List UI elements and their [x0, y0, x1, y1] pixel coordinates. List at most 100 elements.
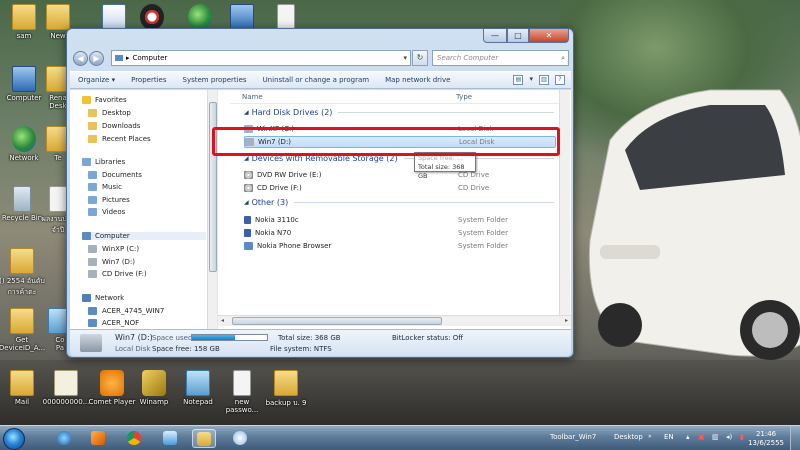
- column-name[interactable]: Name: [242, 93, 263, 101]
- file-row-dvd-rw-e[interactable]: DVD RW Drive (E:) CD Drive: [244, 169, 556, 181]
- search-input[interactable]: Search Computer ⌕: [432, 50, 569, 66]
- window-controls: — □ ✕: [483, 29, 569, 43]
- back-button[interactable]: ◀: [73, 50, 88, 66]
- taskbar: Toolbar_Win7 Desktop » EN ▴ ▣ ▥ ◂) ▮ 21:…: [0, 425, 800, 450]
- group-other[interactable]: ◢ Other (3): [244, 198, 554, 207]
- view-dropdown-icon[interactable]: ▾: [529, 75, 533, 85]
- horizontal-scrollbar-thumb[interactable]: [232, 317, 442, 325]
- map-network-drive-button[interactable]: Map network drive: [385, 76, 450, 84]
- nav-acer-4745[interactable]: ACER_4745_WIN7: [88, 307, 164, 315]
- nav-scrollbar[interactable]: [207, 90, 217, 329]
- nav-cd-drive-f[interactable]: CD Drive (F:): [88, 270, 147, 278]
- comet-player-icon: [100, 370, 124, 396]
- chevron-down-icon[interactable]: ▾: [403, 54, 407, 62]
- nav-recent-places[interactable]: Recent Places: [88, 135, 151, 143]
- help-icon[interactable]: ?: [555, 75, 565, 85]
- space-used-bar-fill: [192, 335, 235, 340]
- taskbar-app[interactable]: [158, 429, 182, 448]
- taskbar-media-player[interactable]: [86, 429, 110, 448]
- maximize-button[interactable]: □: [507, 29, 529, 43]
- app-icon: [163, 431, 177, 445]
- system-properties-button[interactable]: System properties: [183, 76, 247, 84]
- minimize-button[interactable]: —: [483, 29, 507, 43]
- desktop-icon-notepad[interactable]: Notepad: [176, 370, 220, 406]
- show-desktop-button[interactable]: [790, 426, 800, 450]
- desktop-icon-thai-folder[interactable]: () 2554 อันดับ การค้าตะ: [0, 248, 46, 298]
- address-bar[interactable]: ▸ Computer ▾: [111, 50, 411, 66]
- desktop-icon-comet-player[interactable]: Comet Player: [88, 370, 136, 406]
- nav-music[interactable]: Music: [88, 183, 122, 191]
- scroll-left-arrow-icon[interactable]: ◂: [221, 317, 224, 324]
- hard-drive-icon: [88, 258, 97, 266]
- nav-pictures[interactable]: Pictures: [88, 196, 130, 204]
- nav-downloads[interactable]: Downloads: [88, 122, 140, 130]
- nav-winxp-c[interactable]: WinXP (C:): [88, 245, 139, 253]
- bluetooth-icon: [244, 216, 251, 224]
- highlight-annotation-box: [212, 127, 560, 156]
- tray-volume-icon[interactable]: ◂): [726, 433, 732, 441]
- file-row-cd-drive-f[interactable]: CD Drive (F:) CD Drive: [244, 182, 556, 194]
- winamp-icon: [142, 370, 166, 396]
- nav-libraries[interactable]: Libraries: [82, 158, 125, 166]
- desktop-icon-winamp[interactable]: Winamp: [132, 370, 176, 406]
- file-row-nokia-n70[interactable]: Nokia N70 System Folder: [244, 227, 556, 239]
- clock[interactable]: 21:46 13/6/2555: [748, 430, 784, 448]
- column-type[interactable]: Type: [456, 93, 472, 101]
- toolbar-chevron-icon[interactable]: »: [648, 433, 652, 440]
- navigation-pane: Favorites Desktop Downloads Recent Place…: [70, 90, 218, 329]
- nav-videos[interactable]: Videos: [88, 208, 125, 216]
- view-controls: ▤ ▾ ▥ ?: [513, 75, 565, 85]
- file-row-nokia-3110c[interactable]: Nokia 3110c System Folder: [244, 214, 556, 226]
- desktop-icon-backup[interactable]: backup บ. 9: [262, 370, 310, 409]
- breadcrumb-computer[interactable]: Computer: [133, 54, 168, 62]
- computer-icon: [115, 55, 123, 61]
- folder-icon: [46, 4, 70, 30]
- nav-win7-d[interactable]: Win7 (D:): [88, 258, 135, 266]
- start-button[interactable]: [3, 428, 25, 450]
- preview-pane-icon[interactable]: ▥: [539, 75, 549, 85]
- desktop-icon-mail[interactable]: Mail: [0, 370, 44, 406]
- properties-button[interactable]: Properties: [131, 76, 166, 84]
- desktop-icon-numbers-file[interactable]: 000000000...: [42, 370, 90, 406]
- taskbar-toolbar-win7[interactable]: Toolbar_Win7: [550, 433, 596, 441]
- desktop-icon-new-password[interactable]: new passwo...: [220, 370, 264, 414]
- taskbar-chrome[interactable]: [122, 429, 146, 448]
- text-file-icon: [233, 370, 251, 396]
- tray-expand-icon[interactable]: ▴: [686, 433, 690, 441]
- cd-drive-icon: [244, 184, 253, 192]
- tray-power-icon[interactable]: ▮: [740, 433, 744, 441]
- network-icon: [82, 294, 91, 302]
- tray-alert-icon[interactable]: ▣: [698, 433, 705, 441]
- nav-acer-nof[interactable]: ACER_NOF: [88, 319, 139, 327]
- language-indicator[interactable]: EN: [664, 433, 674, 441]
- taskbar-paint[interactable]: [228, 429, 252, 448]
- chrome-icon: [127, 431, 141, 445]
- forward-button[interactable]: ▶: [89, 50, 104, 66]
- nav-network[interactable]: Network: [82, 294, 124, 302]
- nav-desktop[interactable]: Desktop: [88, 109, 131, 117]
- file-list-horizontal-scrollbar[interactable]: ◂ ▸: [218, 315, 571, 326]
- refresh-button[interactable]: ↻: [412, 50, 428, 66]
- organize-button[interactable]: Organize ▾: [78, 76, 115, 84]
- nav-documents[interactable]: Documents: [88, 171, 142, 179]
- clock-date: 13/6/2555: [748, 439, 784, 447]
- close-button[interactable]: ✕: [529, 29, 569, 43]
- group-hard-disk-drives[interactable]: ◢ Hard Disk Drives (2): [244, 108, 554, 117]
- details-space-free: Space free: 158 GB: [152, 345, 220, 353]
- hard-drive-icon: [88, 245, 97, 253]
- drive-large-icon: [80, 334, 102, 352]
- nav-computer[interactable]: Computer: [82, 232, 206, 240]
- file-list-vertical-scrollbar[interactable]: [559, 90, 570, 315]
- collapse-arrow-icon: ◢: [244, 109, 249, 116]
- change-view-icon[interactable]: ▤: [513, 75, 524, 85]
- file-row-nokia-phone-browser[interactable]: Nokia Phone Browser System Folder: [244, 240, 556, 252]
- back-arrow-icon: ◀: [77, 53, 84, 63]
- uninstall-program-button[interactable]: Uninstall or change a program: [263, 76, 370, 84]
- taskbar-ie[interactable]: [52, 429, 76, 448]
- explorer-content: Favorites Desktop Downloads Recent Place…: [70, 90, 571, 329]
- taskbar-explorer[interactable]: [192, 429, 216, 448]
- tray-network-icon[interactable]: ▥: [712, 433, 719, 441]
- taskbar-desktop-toolbar[interactable]: Desktop: [614, 433, 643, 441]
- scroll-right-arrow-icon[interactable]: ▸: [565, 317, 568, 324]
- nav-favorites[interactable]: Favorites: [82, 96, 127, 104]
